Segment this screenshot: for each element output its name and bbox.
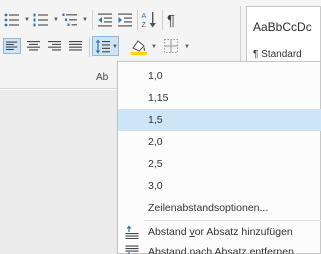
divider: [92, 10, 93, 30]
multilevel-list-icon: [62, 13, 77, 26]
borders-icon: [164, 39, 178, 53]
line-spacing-button[interactable]: ▼: [92, 36, 119, 56]
bullets-icon: [4, 13, 19, 27]
chevron-down-icon: ▼: [82, 17, 88, 23]
align-center-icon[interactable]: [25, 38, 43, 54]
menu-item-label: Zeilenabstandsoptionen...: [148, 202, 269, 214]
numbering-button[interactable]: ▼: [33, 12, 59, 28]
menu-item-label: 1,5: [148, 114, 163, 126]
chevron-down-icon: ▼: [53, 17, 59, 23]
svg-text:Z: Z: [142, 22, 147, 29]
menu-item-spacing-3-0[interactable]: 3,0: [118, 175, 321, 197]
style-preview: AaBbCcDc: [253, 20, 312, 34]
menu-separator: [144, 220, 321, 221]
menu-item-label: Abstand vor Absatz hinzufügen: [148, 226, 293, 238]
menu-item-spacing-1-5[interactable]: 1,5: [118, 109, 321, 131]
align-right-icon[interactable]: [46, 38, 64, 54]
menu-item-line-spacing-options[interactable]: Zeilenabstandsoptionen...: [118, 197, 321, 219]
line-spacing-icon: [95, 39, 110, 54]
chevron-down-icon: ▼: [151, 44, 157, 50]
menu-item-spacing-1-0[interactable]: 1,0: [118, 65, 321, 87]
menu-item-spacing-2-0[interactable]: 2,0: [118, 131, 321, 153]
menu-item-remove-space-after[interactable]: Abstand nach Absatz entfernen: [118, 242, 321, 254]
menu-item-label: Abstand nach Absatz entfernen: [148, 246, 294, 254]
pilcrow-icon[interactable]: ¶: [167, 12, 179, 28]
decrease-indent-icon[interactable]: [97, 13, 113, 27]
menu-item-label: 2,0: [148, 136, 163, 148]
justify-icon[interactable]: [67, 38, 85, 54]
increase-indent-icon[interactable]: [117, 13, 133, 27]
divider: [137, 10, 138, 30]
shading-icon: [131, 40, 147, 55]
menu-item-label: 1,0: [148, 70, 163, 82]
multilevel-list-button[interactable]: ▼: [62, 12, 88, 28]
shading-button[interactable]: ▼: [130, 38, 160, 56]
menu-item-label: 2,5: [148, 158, 163, 170]
chevron-down-icon: ▼: [24, 17, 30, 23]
style-standard[interactable]: AaBbCcDc ¶ Standard: [246, 6, 321, 68]
group-label: Ab: [96, 72, 109, 83]
svg-text:¶: ¶: [167, 12, 175, 28]
add-space-before-icon: [125, 225, 139, 239]
svg-text:A: A: [142, 13, 147, 20]
menu-item-spacing-1-15[interactable]: 1,15: [118, 87, 321, 109]
bullets-button[interactable]: ▼: [4, 12, 30, 28]
divider: [89, 37, 90, 57]
borders-button[interactable]: ▼: [163, 38, 193, 56]
remove-space-after-icon: [125, 245, 139, 254]
document-area: [0, 90, 118, 254]
align-left-icon[interactable]: [3, 38, 21, 54]
menu-item-add-space-before[interactable]: Abstand vor Absatz hinzufügen: [118, 222, 321, 242]
numbering-icon: [33, 13, 48, 27]
chevron-down-icon: ▼: [112, 44, 118, 50]
chevron-down-icon: ▼: [184, 44, 190, 50]
menu-item-label: 1,15: [148, 92, 169, 104]
menu-item-spacing-2-5[interactable]: 2,5: [118, 153, 321, 175]
style-name: ¶ Standard: [253, 49, 302, 60]
divider: [162, 10, 163, 30]
divider: [240, 6, 241, 68]
sort-icon[interactable]: A Z: [141, 11, 159, 29]
menu-item-label: 3,0: [148, 180, 163, 192]
line-spacing-menu: 1,0 1,15 1,5 2,0 2,5 3,0 Zeilenabstandso…: [117, 61, 321, 254]
